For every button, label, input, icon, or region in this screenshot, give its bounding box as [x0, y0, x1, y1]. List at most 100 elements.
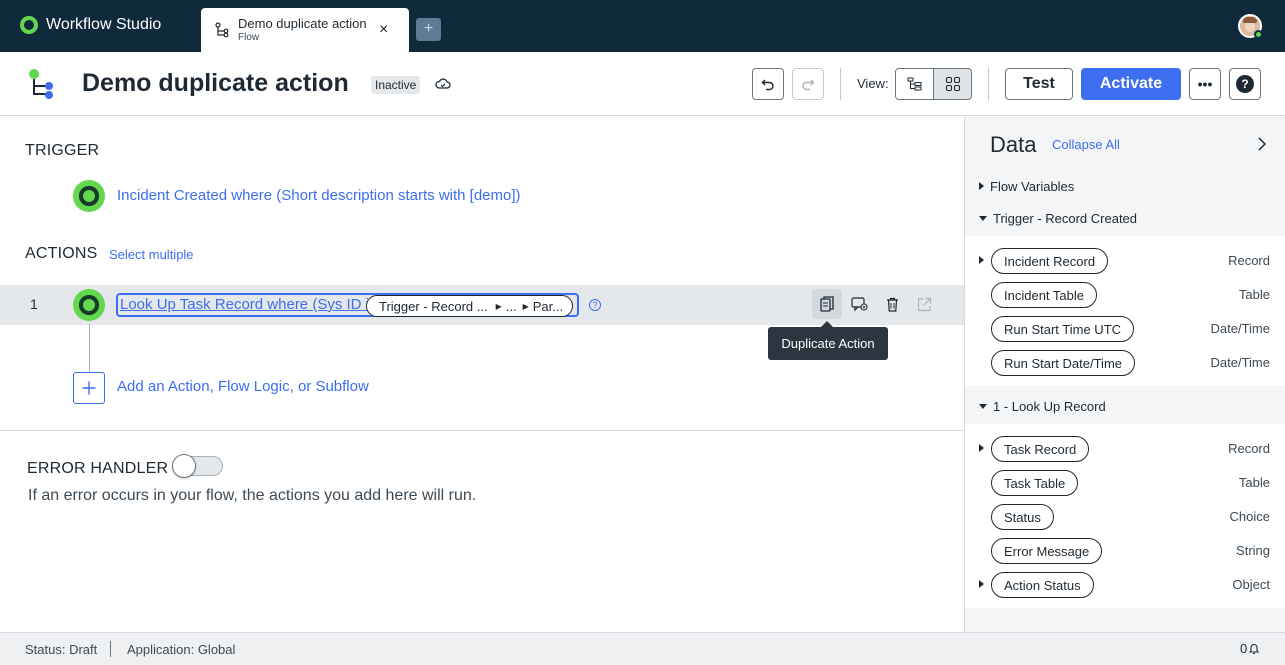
tree-view-button[interactable] [896, 69, 934, 99]
data-pill-part: Par... [532, 298, 564, 314]
data-type-label: Record [1228, 253, 1270, 268]
caret-right-icon[interactable] [979, 580, 984, 588]
data-group-look-up-record[interactable]: 1 - Look Up Record [965, 394, 1285, 418]
data-pill-part: ... [505, 298, 517, 314]
diagram-view-button[interactable] [934, 69, 971, 99]
section-divider [0, 430, 964, 431]
brand-logo-icon [20, 16, 38, 34]
new-tab-button[interactable]: + [416, 18, 441, 41]
tab-flow[interactable]: Demo duplicate action Flow × [201, 8, 409, 52]
data-pill-task-table[interactable]: Task Table [991, 470, 1079, 496]
data-group-label: 1 - Look Up Record [993, 398, 1106, 414]
page-title: Demo duplicate action [82, 69, 349, 97]
more-options-button[interactable]: ••• [1189, 68, 1221, 100]
data-type-label: Choice [1229, 509, 1270, 524]
data-group-trigger[interactable]: Trigger - Record Created [965, 206, 1285, 230]
data-pill-error-message[interactable]: Error Message [991, 538, 1103, 564]
toggle-knob [172, 454, 196, 478]
data-pill[interactable]: Trigger - Record ... ▶ ... ▶ Par... [366, 295, 573, 317]
chevron-right-icon[interactable] [1255, 136, 1269, 152]
caret-right-icon[interactable] [979, 444, 984, 452]
tree-view-icon [907, 77, 921, 91]
flow-canvas: TRIGGER Incident Created where (Short de… [0, 117, 964, 632]
undo-button[interactable] [752, 68, 784, 100]
trash-icon [886, 297, 898, 312]
actions-heading: ACTIONS [25, 245, 98, 262]
select-multiple-link[interactable]: Select multiple [109, 247, 194, 262]
help-button[interactable]: ? [1229, 68, 1261, 100]
caret-right-icon[interactable] [979, 256, 984, 264]
duplicate-action-button[interactable] [812, 289, 842, 319]
trigger-heading: TRIGGER [25, 142, 100, 159]
data-pill-status[interactable]: Status [991, 504, 1054, 530]
brand[interactable]: Workflow Studio [20, 16, 161, 34]
caret-down-icon [979, 403, 987, 409]
add-action-link[interactable]: Add an Action, Flow Logic, or Subflow [117, 378, 369, 395]
app-bar: Workflow Studio Demo duplicate action Fl… [0, 0, 1285, 52]
data-type-label: Table [1238, 287, 1270, 302]
caret-right-icon: ▶ [495, 301, 502, 311]
data-pill-incident-record[interactable]: Incident Record [991, 248, 1109, 274]
redo-button[interactable] [792, 68, 824, 100]
data-group-label: Trigger - Record Created [993, 210, 1138, 226]
plus-icon [82, 381, 96, 395]
caret-right-icon [979, 182, 984, 190]
caret-right-icon: ▶ [522, 301, 529, 311]
error-handler-description: If an error occurs in your flow, the act… [28, 487, 477, 504]
add-action-button[interactable] [73, 372, 105, 404]
duplicate-action-tooltip: Duplicate Action [768, 321, 888, 360]
comment-icon [850, 296, 868, 311]
trigger-link[interactable]: Incident Created where (Short descriptio… [117, 187, 521, 204]
status-bar: Status: Draft Application: Global 0 [0, 632, 1285, 665]
flow-logo-icon [29, 69, 53, 99]
data-type-label: Date/Time [1210, 321, 1270, 336]
open-action-button[interactable] [909, 289, 939, 319]
flow-tree-icon [215, 22, 229, 38]
data-pill-run-start-datetime[interactable]: Run Start Date/Time [991, 350, 1136, 376]
notification-count: 0 [1240, 641, 1248, 656]
view-toggle [895, 68, 972, 100]
data-type-label: Object [1232, 577, 1270, 592]
data-pill-run-start-time-utc[interactable]: Run Start Time UTC [991, 316, 1135, 342]
duplicate-icon [820, 296, 834, 312]
notifications-button[interactable]: 0 [1240, 641, 1260, 656]
error-handler-heading: ERROR HANDLER [27, 460, 169, 477]
help-icon[interactable]: ? [589, 299, 601, 311]
data-type-label: Table [1238, 475, 1270, 490]
action-status-icon [73, 289, 105, 321]
header-divider [840, 68, 841, 100]
delete-action-button[interactable] [877, 289, 907, 319]
help-icon: ? [1236, 75, 1254, 93]
status-separator [110, 641, 111, 657]
test-button[interactable]: Test [1005, 68, 1073, 100]
data-type-label: Record [1228, 441, 1270, 456]
close-tab-icon[interactable]: × [379, 21, 388, 39]
online-status-icon [1254, 30, 1263, 39]
status-text: Status: Draft [25, 642, 98, 657]
data-panel-title: Data [990, 132, 1037, 157]
diagram-view-icon [945, 76, 960, 92]
activate-button[interactable]: Activate [1081, 68, 1181, 100]
data-type-label: Date/Time [1210, 355, 1270, 370]
data-type-label: String [1236, 543, 1270, 558]
status-badge: Inactive [371, 76, 421, 94]
tab-title: Demo duplicate action [238, 16, 367, 31]
error-handler-toggle[interactable] [172, 454, 223, 478]
action-row[interactable]: 1 Look Up Task Record where (Sys ID is T… [0, 285, 964, 325]
data-pill-part: Trigger - Record ... [379, 298, 488, 314]
collapse-all-link[interactable]: Collapse All [1052, 137, 1120, 152]
application-text: Application: Global [127, 642, 236, 657]
avatar-hair [1243, 17, 1257, 23]
data-pill-incident-table[interactable]: Incident Table [991, 282, 1097, 308]
action-number: 1 [30, 296, 38, 312]
data-pill-task-record[interactable]: Task Record [991, 436, 1090, 462]
data-pill-action-status[interactable]: Action Status [991, 572, 1094, 598]
bell-icon [1249, 644, 1260, 655]
external-link-icon [917, 297, 931, 311]
cloud-icon[interactable] [435, 77, 451, 91]
redo-icon [802, 79, 815, 91]
comment-action-button[interactable] [844, 289, 874, 319]
data-group-flow-variables[interactable]: Flow Variables [965, 174, 1285, 198]
data-group-label: Flow Variables [990, 178, 1075, 194]
view-label: View: [857, 76, 889, 91]
